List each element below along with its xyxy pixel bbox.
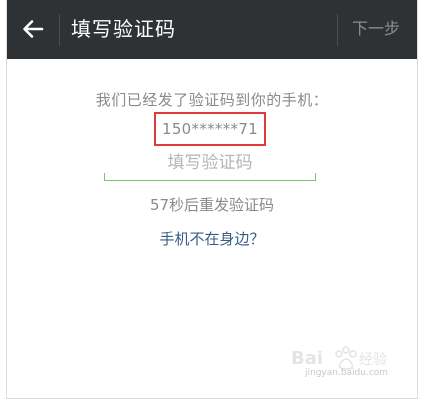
- svg-text:Bai: Bai: [291, 348, 323, 369]
- input-underline-left-cap: [104, 173, 105, 181]
- next-step-button[interactable]: 下一步: [345, 15, 407, 43]
- phone-screen: 填写验证码 下一步 我们已经发了验证码到你的手机： 150******71 57…: [6, 0, 418, 399]
- phone-not-nearby-link[interactable]: 手机不在身边？: [7, 229, 417, 249]
- verification-code-input[interactable]: [104, 146, 316, 181]
- back-arrow-icon: [23, 20, 44, 38]
- page-title: 填写验证码: [71, 17, 176, 41]
- title-divider: [59, 14, 60, 46]
- phone-number: 150******71: [161, 120, 259, 138]
- back-button[interactable]: [11, 6, 55, 52]
- title-bar: 填写验证码 下一步: [7, 0, 417, 59]
- resend-countdown: 57秒后重发验证码: [149, 196, 275, 214]
- input-underline-right-cap: [315, 173, 316, 181]
- watermark-url: jingyan.baidu.com: [305, 368, 389, 378]
- svg-text:经验: 经验: [359, 352, 387, 368]
- next-divider: [337, 14, 338, 46]
- code-sent-message: 我们已经发了验证码到你的手机：: [95, 91, 329, 109]
- phone-number-highlight: 150******71: [154, 112, 266, 146]
